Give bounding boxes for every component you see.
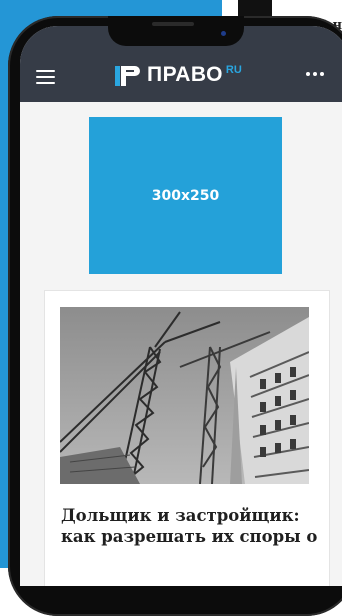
ad-size-label: 300x250 [151, 187, 220, 204]
phone-speaker [152, 22, 194, 26]
site-logo[interactable]: ПРАВО RU [115, 64, 242, 88]
article-title[interactable]: Дольщик и застройщик: как разрешать их с… [61, 505, 319, 547]
phone-screen: ПРАВО RU 300x250 Дольщик и застройщик: к… [20, 26, 342, 586]
more-dots-icon[interactable] [306, 72, 326, 78]
ad-banner[interactable]: 300x250 [89, 117, 282, 274]
construction-crane-photo [60, 307, 309, 484]
phone-camera [221, 31, 226, 36]
pravo-logo-icon [115, 66, 140, 86]
logo-text: ПРАВО [147, 63, 223, 86]
article-card[interactable]: Дольщик и застройщик: как разрешать их с… [45, 291, 329, 586]
hamburger-menu-icon[interactable] [36, 70, 55, 84]
logo-suffix: RU [225, 64, 242, 76]
article-image[interactable] [60, 307, 309, 484]
